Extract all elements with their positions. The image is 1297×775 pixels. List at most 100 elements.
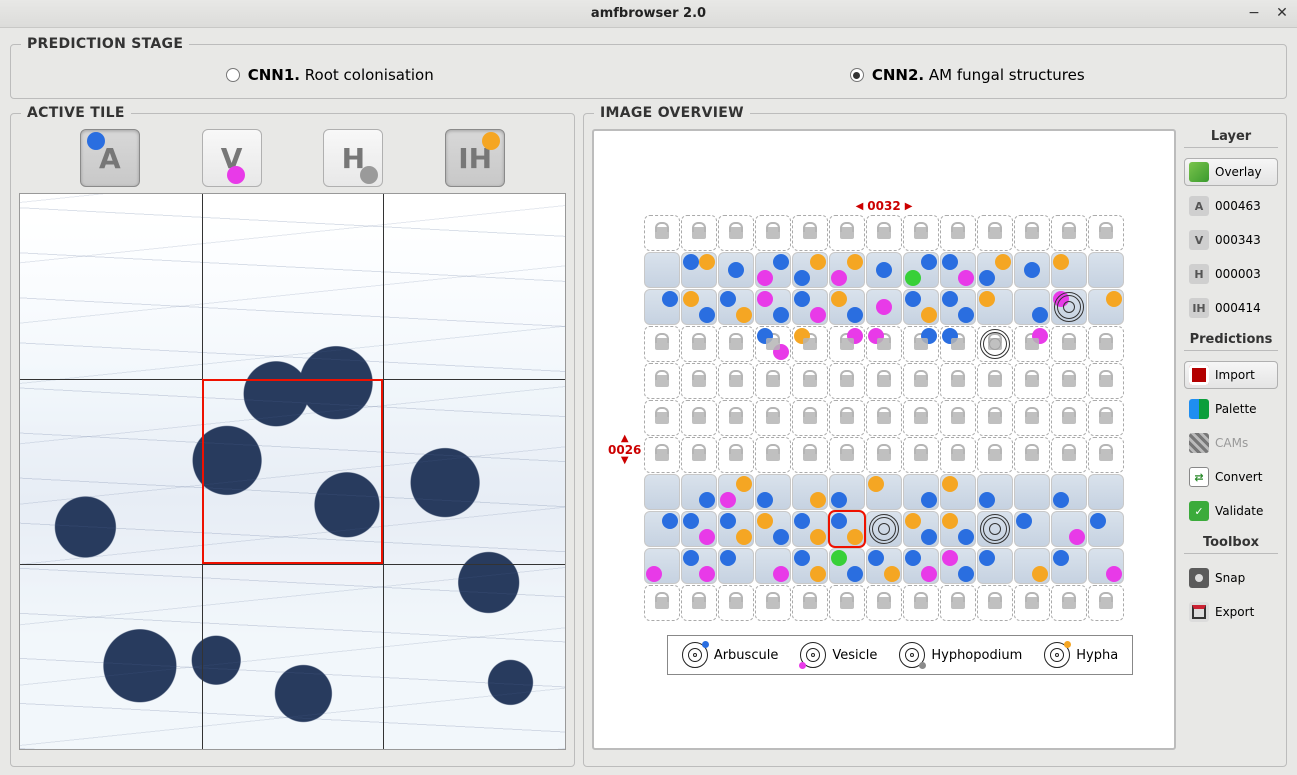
grid-cell[interactable] xyxy=(866,474,902,510)
tile-class-h-button[interactable]: H xyxy=(323,129,383,187)
grid-cell[interactable] xyxy=(755,252,791,288)
grid-cell[interactable] xyxy=(1088,252,1124,288)
grid-cell[interactable] xyxy=(977,437,1013,473)
tile-class-v-button[interactable]: V xyxy=(202,129,262,187)
sidebar-validate-button[interactable]: ✓Validate xyxy=(1184,497,1278,525)
grid-cell[interactable] xyxy=(718,474,754,510)
grid-cell[interactable] xyxy=(940,289,976,325)
grid-cell[interactable] xyxy=(866,548,902,584)
grid-cell[interactable] xyxy=(1088,474,1124,510)
grid-cell[interactable] xyxy=(792,548,828,584)
grid-cell[interactable] xyxy=(829,326,865,362)
grid-cell[interactable] xyxy=(718,289,754,325)
grid-cell[interactable] xyxy=(977,511,1013,547)
grid-cell[interactable] xyxy=(792,437,828,473)
grid-cell[interactable] xyxy=(1051,400,1087,436)
overview-viewport[interactable]: ◀ 0032 ▶ ▲ 0026 ▼ ArbusculeVesicleHyphop… xyxy=(592,129,1176,750)
grid-cell[interactable] xyxy=(681,474,717,510)
grid-cell[interactable] xyxy=(644,326,680,362)
grid-cell[interactable] xyxy=(866,400,902,436)
grid-cell[interactable] xyxy=(829,474,865,510)
grid-cell[interactable] xyxy=(977,215,1013,251)
grid-cell[interactable] xyxy=(1014,363,1050,399)
grid-cell[interactable] xyxy=(1051,215,1087,251)
grid-cell[interactable] xyxy=(1051,548,1087,584)
grid-cell[interactable] xyxy=(718,363,754,399)
grid-cell[interactable] xyxy=(977,474,1013,510)
sidebar-000463-button[interactable]: A000463 xyxy=(1184,192,1278,220)
grid-cell[interactable] xyxy=(1088,548,1124,584)
grid-cell[interactable] xyxy=(829,289,865,325)
active-tile-image[interactable] xyxy=(19,193,566,750)
grid-cell[interactable] xyxy=(940,363,976,399)
grid-cell[interactable] xyxy=(903,289,939,325)
grid-cell[interactable] xyxy=(718,585,754,621)
tile-class-ih-button[interactable]: IH xyxy=(445,129,505,187)
grid-cell[interactable] xyxy=(792,289,828,325)
grid-cell[interactable] xyxy=(681,511,717,547)
grid-cell[interactable] xyxy=(1051,252,1087,288)
grid-cell[interactable] xyxy=(903,400,939,436)
grid-cell[interactable] xyxy=(866,363,902,399)
grid-cell[interactable] xyxy=(755,289,791,325)
grid-cell[interactable] xyxy=(644,400,680,436)
grid-cell[interactable] xyxy=(940,215,976,251)
grid-cell[interactable] xyxy=(644,437,680,473)
grid-cell[interactable] xyxy=(977,585,1013,621)
grid-cell[interactable] xyxy=(1051,437,1087,473)
grid-cell[interactable] xyxy=(829,363,865,399)
grid-cell[interactable] xyxy=(903,548,939,584)
grid-cell[interactable] xyxy=(755,215,791,251)
grid-cell[interactable] xyxy=(903,474,939,510)
grid-cell[interactable] xyxy=(755,437,791,473)
grid-cell[interactable] xyxy=(866,215,902,251)
grid-cell[interactable] xyxy=(903,215,939,251)
grid-cell[interactable] xyxy=(940,326,976,362)
grid-cell[interactable] xyxy=(1014,474,1050,510)
tile-class-a-button[interactable]: A xyxy=(80,129,140,187)
grid-cell[interactable] xyxy=(940,437,976,473)
grid-cell[interactable] xyxy=(681,326,717,362)
grid-cell[interactable] xyxy=(681,437,717,473)
grid-cell[interactable] xyxy=(829,400,865,436)
grid-cell[interactable] xyxy=(1014,585,1050,621)
sidebar-overlay-button[interactable]: Overlay xyxy=(1184,158,1278,186)
grid-cell[interactable] xyxy=(903,363,939,399)
grid-cell[interactable] xyxy=(977,326,1013,362)
grid-cell[interactable] xyxy=(1014,400,1050,436)
grid-cell[interactable] xyxy=(940,548,976,584)
grid-cell[interactable] xyxy=(1014,548,1050,584)
grid-cell[interactable] xyxy=(755,511,791,547)
sidebar-snap-button[interactable]: Snap xyxy=(1184,564,1278,592)
grid-cell[interactable] xyxy=(681,289,717,325)
grid-cell[interactable] xyxy=(1088,585,1124,621)
grid-cell[interactable] xyxy=(792,215,828,251)
grid-cell[interactable] xyxy=(903,252,939,288)
prediction-option-cnn2[interactable]: CNN2. AM fungal structures xyxy=(649,66,1287,84)
minimize-button[interactable]: − xyxy=(1245,4,1263,22)
grid-cell[interactable] xyxy=(940,400,976,436)
grid-cell[interactable] xyxy=(1014,215,1050,251)
close-button[interactable]: ✕ xyxy=(1273,4,1291,22)
grid-cell[interactable] xyxy=(718,437,754,473)
grid-cell[interactable] xyxy=(829,511,865,547)
grid-cell[interactable] xyxy=(718,548,754,584)
grid-cell[interactable] xyxy=(755,548,791,584)
grid-cell[interactable] xyxy=(866,437,902,473)
grid-cell[interactable] xyxy=(829,252,865,288)
grid-cell[interactable] xyxy=(1051,363,1087,399)
grid-cell[interactable] xyxy=(903,511,939,547)
grid-cell[interactable] xyxy=(1088,363,1124,399)
prediction-option-cnn1[interactable]: CNN1. Root colonisation xyxy=(11,66,649,84)
grid-cell[interactable] xyxy=(792,326,828,362)
grid-cell[interactable] xyxy=(644,363,680,399)
grid-cell[interactable] xyxy=(718,326,754,362)
grid-cell[interactable] xyxy=(903,585,939,621)
grid-cell[interactable] xyxy=(755,363,791,399)
grid-cell[interactable] xyxy=(977,363,1013,399)
grid-cell[interactable] xyxy=(1088,437,1124,473)
grid-cell[interactable] xyxy=(792,474,828,510)
grid-cell[interactable] xyxy=(977,400,1013,436)
sidebar-convert-button[interactable]: Convert xyxy=(1184,463,1278,491)
grid-cell[interactable] xyxy=(681,215,717,251)
